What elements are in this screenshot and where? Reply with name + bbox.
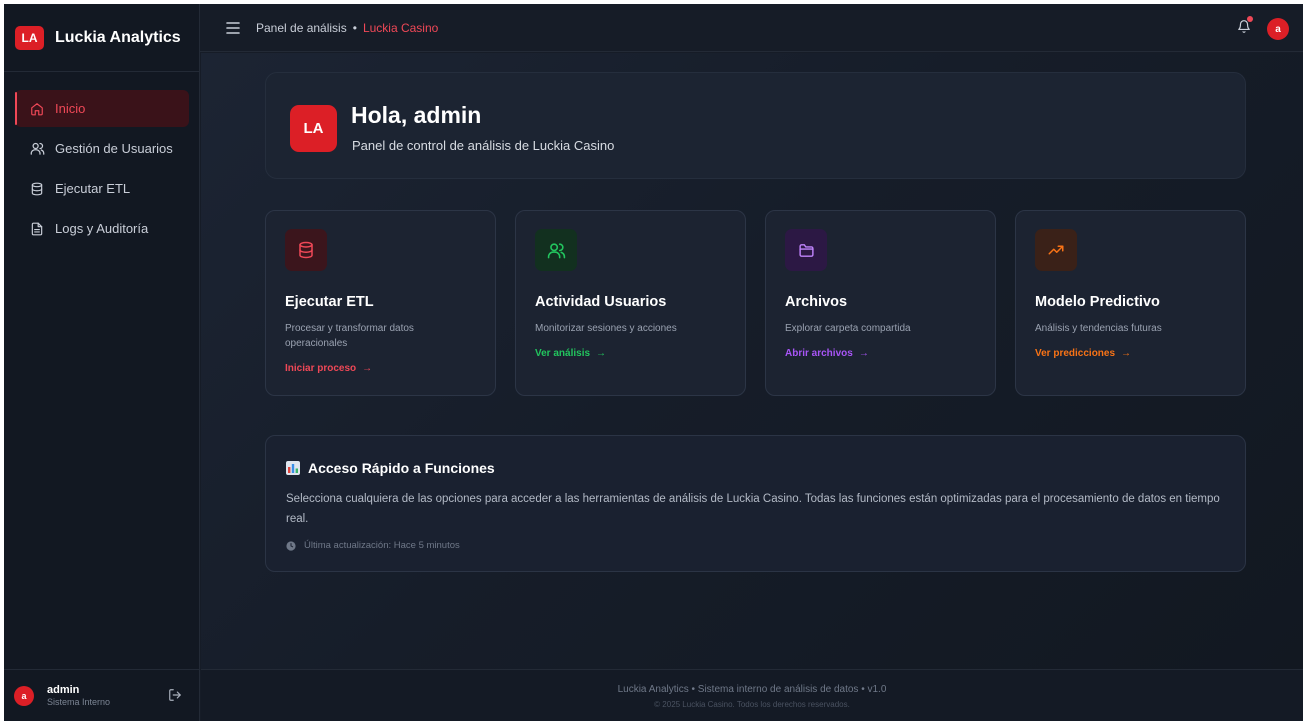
last-update: Última actualización: Hace 5 minutos: [286, 540, 460, 551]
header-avatar[interactable]: a: [1267, 18, 1289, 40]
brand[interactable]: LA Luckia Analytics: [4, 4, 199, 72]
sidebar-user: a admin Sistema Interno: [4, 669, 200, 721]
page-footer: Luckia Analytics • Sistema interno de an…: [201, 669, 1303, 721]
notification-dot: [1247, 16, 1253, 22]
users-icon: [28, 141, 46, 156]
database-icon: [285, 229, 327, 271]
user-name: admin: [47, 684, 80, 696]
logout-icon[interactable]: [168, 688, 182, 707]
card-link-label: Ver análisis: [535, 348, 591, 359]
arrow-right-icon: →: [858, 348, 869, 359]
card-actividad-usuarios[interactable]: Actividad Usuarios Monitorizar sesiones …: [515, 210, 746, 396]
welcome-banner: LA Hola, admin Panel de control de análi…: [265, 72, 1246, 179]
users-icon: [535, 229, 577, 271]
card-ejecutar-etl[interactable]: Ejecutar ETL Procesar y transformar dato…: [265, 210, 496, 396]
quick-access-title: Acceso Rápido a Funciones: [308, 460, 495, 476]
card-description: Explorar carpeta compartida: [785, 323, 911, 334]
last-update-text: Última actualización: Hace 5 minutos: [304, 540, 460, 551]
card-link[interactable]: Abrir archivos →: [785, 348, 869, 359]
sidebar-item-inicio[interactable]: Inicio: [15, 90, 189, 127]
user-info: admin Sistema Interno: [47, 684, 110, 707]
file-text-icon: [28, 222, 46, 236]
card-title: Modelo Predictivo: [1035, 294, 1160, 310]
card-title: Archivos: [785, 294, 848, 310]
breadcrumb-root[interactable]: Panel de análisis: [256, 21, 347, 35]
trending-up-icon: [1035, 229, 1077, 271]
card-description: Procesar y transformar datos operacional…: [285, 323, 414, 349]
brand-name: Luckia Analytics: [55, 28, 181, 46]
card-description: Análisis y tendencias futuras: [1035, 323, 1162, 334]
bell-icon[interactable]: [1237, 16, 1253, 39]
card-title: Actividad Usuarios: [535, 294, 667, 310]
page-title: Hola, admin: [351, 102, 482, 128]
clock-icon: [286, 540, 296, 551]
page-subtitle: Panel de control de análisis de Luckia C…: [352, 138, 615, 153]
hero-logo: LA: [290, 105, 337, 152]
footer-text: Luckia Analytics • Sistema interno de an…: [617, 684, 887, 695]
sidebar-item-label: Inicio: [55, 101, 86, 116]
arrow-right-icon: →: [362, 363, 373, 374]
sidebar-nav: Inicio Gestión de Usuarios Ejecutar ETL …: [4, 72, 199, 247]
card-title: Ejecutar ETL: [285, 294, 374, 310]
card-link-label: Iniciar proceso: [285, 363, 357, 374]
sidebar-item-label: Logs y Auditoría: [55, 221, 149, 236]
sidebar-item-label: Gestión de Usuarios: [55, 141, 173, 156]
home-icon: [28, 102, 46, 116]
card-modelo-predictivo[interactable]: Modelo Predictivo Análisis y tendencias …: [1015, 210, 1246, 396]
user-role: Sistema Interno: [47, 696, 111, 707]
sidebar-item-label: Ejecutar ETL: [55, 181, 131, 196]
quick-access-heading: Acceso Rápido a Funciones: [286, 460, 495, 476]
bar-chart-icon: [286, 461, 300, 475]
avatar[interactable]: a: [14, 685, 34, 706]
app-window: LA Luckia Analytics Inicio Gestión de Us…: [4, 4, 1303, 721]
sidebar-item-etl[interactable]: Ejecutar ETL: [15, 170, 189, 207]
breadcrumb-separator: •: [352, 20, 357, 35]
card-archivos[interactable]: Archivos Explorar carpeta compartida Abr…: [765, 210, 996, 396]
breadcrumb-current: Luckia Casino: [362, 20, 439, 35]
sidebar-item-usuarios[interactable]: Gestión de Usuarios: [15, 130, 189, 167]
card-description: Monitorizar sesiones y acciones: [535, 323, 677, 334]
card-link[interactable]: Iniciar proceso →: [285, 363, 372, 374]
quick-access-panel: Acceso Rápido a Funciones Selecciona cua…: [265, 435, 1246, 572]
card-link[interactable]: Ver predicciones →: [1035, 348, 1131, 359]
card-link-label: Ver predicciones: [1035, 348, 1116, 359]
card-link[interactable]: Ver análisis →: [535, 348, 606, 359]
sidebar: LA Luckia Analytics Inicio Gestión de Us…: [4, 4, 200, 721]
sidebar-item-logs[interactable]: Logs y Auditoría: [15, 210, 189, 247]
arrow-right-icon: →: [1121, 348, 1132, 359]
main-content: LA Hola, admin Panel de control de análi…: [201, 53, 1303, 669]
menu-icon[interactable]: [226, 21, 240, 34]
card-link-label: Abrir archivos: [785, 348, 853, 359]
database-icon: [28, 182, 46, 196]
brand-logo: LA: [15, 25, 44, 50]
topbar: Panel de análisis • Luckia Casino a: [200, 4, 1303, 52]
quick-access-text: Selecciona cualquiera de las opciones pa…: [286, 493, 1220, 525]
folder-icon: [785, 229, 827, 271]
arrow-right-icon: →: [596, 348, 607, 359]
footer-copyright: © 2025 Luckia Casino. Todos los derechos…: [654, 700, 850, 709]
